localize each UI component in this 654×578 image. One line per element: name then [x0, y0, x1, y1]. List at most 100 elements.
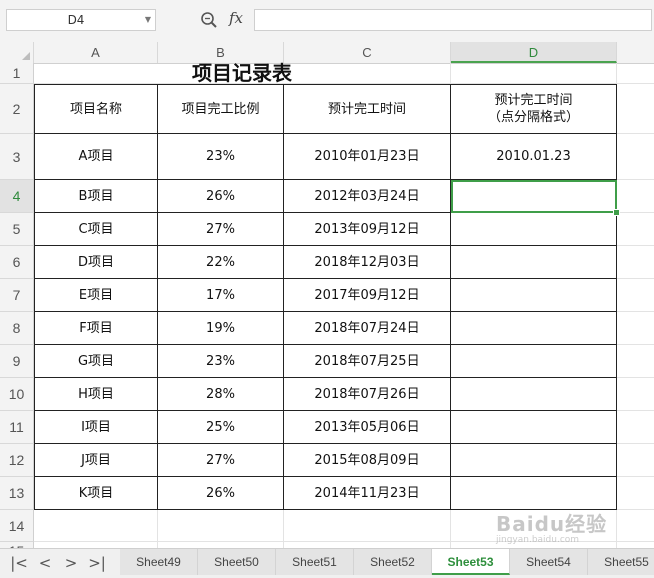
cell[interactable]	[617, 134, 654, 180]
project-name-cell[interactable]: K项目	[34, 477, 158, 510]
completion-date-cell[interactable]: 2017年09月12日	[284, 279, 451, 312]
cell[interactable]	[617, 246, 654, 279]
project-name-cell[interactable]: D项目	[34, 246, 158, 279]
next-sheet-icon[interactable]: >	[62, 554, 80, 572]
project-name-cell[interactable]: J项目	[34, 444, 158, 477]
completion-ratio-cell[interactable]: 28%	[158, 378, 284, 411]
sheet-tab-sheet53[interactable]: Sheet53	[432, 549, 510, 575]
completion-date-cell[interactable]: 2018年12月03日	[284, 246, 451, 279]
cell[interactable]	[617, 345, 654, 378]
row-header-3[interactable]: 3	[0, 134, 34, 180]
cell[interactable]	[617, 411, 654, 444]
row-header-5[interactable]: 5	[0, 213, 34, 246]
row-header-2[interactable]: 2	[0, 84, 34, 134]
completion-date-cell[interactable]: 2010年01月23日	[284, 134, 451, 180]
project-name-cell[interactable]: E项目	[34, 279, 158, 312]
project-name-cell[interactable]: A项目	[34, 134, 158, 180]
completion-date-cell[interactable]: 2012年03月24日	[284, 180, 451, 213]
sheet-tab-sheet51[interactable]: Sheet51	[276, 549, 354, 575]
row-header-4[interactable]: 4	[0, 180, 34, 213]
cell[interactable]	[617, 477, 654, 510]
dot-date-cell[interactable]: 2010.01.23	[451, 134, 617, 180]
cell[interactable]	[617, 63, 654, 84]
column-header-c[interactable]: C	[284, 42, 451, 63]
zoom-icon[interactable]	[200, 11, 218, 29]
completion-ratio-cell[interactable]: 25%	[158, 411, 284, 444]
cell[interactable]	[617, 378, 654, 411]
dot-date-cell[interactable]	[451, 477, 617, 510]
project-name-cell[interactable]: I项目	[34, 411, 158, 444]
cell[interactable]	[617, 180, 654, 213]
dot-date-cell[interactable]	[451, 411, 617, 444]
completion-date-cell[interactable]: 2015年08月09日	[284, 444, 451, 477]
table-header[interactable]: 项目名称	[34, 84, 158, 134]
sheet-tab-sheet50[interactable]: Sheet50	[198, 549, 276, 575]
cell[interactable]	[451, 510, 617, 542]
cell[interactable]	[617, 510, 654, 542]
sheet-tab-sheet54[interactable]: Sheet54	[510, 549, 588, 575]
project-name-cell[interactable]: C项目	[34, 213, 158, 246]
cell[interactable]	[284, 510, 451, 542]
completion-date-cell[interactable]: 2013年05月06日	[284, 411, 451, 444]
dot-date-cell[interactable]	[451, 213, 617, 246]
table-header[interactable]: 预计完工时间 （点分隔格式）	[451, 84, 617, 134]
row-header-9[interactable]: 9	[0, 345, 34, 378]
completion-date-cell[interactable]: 2018年07月25日	[284, 345, 451, 378]
dot-date-cell[interactable]	[451, 444, 617, 477]
table-header[interactable]: 项目完工比例	[158, 84, 284, 134]
row-header-10[interactable]: 10	[0, 378, 34, 411]
first-sheet-icon[interactable]: |<	[10, 554, 28, 572]
sheet-tab-sheet49[interactable]: Sheet49	[120, 549, 198, 575]
dot-date-cell[interactable]	[451, 279, 617, 312]
fx-icon[interactable]: fx	[229, 9, 243, 27]
column-header-e[interactable]: E	[617, 42, 654, 63]
sheet-tab-sheet52[interactable]: Sheet52	[354, 549, 432, 575]
prev-sheet-icon[interactable]: <	[36, 554, 54, 572]
dot-date-cell[interactable]	[451, 378, 617, 411]
completion-ratio-cell[interactable]: 26%	[158, 477, 284, 510]
table-header[interactable]: 预计完工时间	[284, 84, 451, 134]
cell[interactable]	[617, 279, 654, 312]
cell[interactable]	[617, 312, 654, 345]
cell[interactable]	[617, 444, 654, 477]
project-name-cell[interactable]: F项目	[34, 312, 158, 345]
sheet-title[interactable]: 项目记录表	[34, 63, 451, 84]
completion-date-cell[interactable]: 2014年11月23日	[284, 477, 451, 510]
dot-date-cell[interactable]	[451, 180, 617, 213]
row-header-7[interactable]: 7	[0, 279, 34, 312]
row-header-6[interactable]: 6	[0, 246, 34, 279]
row-header-14[interactable]: 14	[0, 510, 34, 542]
name-box[interactable]: D4 ▼	[6, 9, 156, 31]
select-all-corner[interactable]	[0, 42, 34, 63]
row-header-1[interactable]: 1	[0, 63, 34, 84]
completion-ratio-cell[interactable]: 26%	[158, 180, 284, 213]
completion-date-cell[interactable]: 2013年09月12日	[284, 213, 451, 246]
dot-date-cell[interactable]	[451, 345, 617, 378]
row-header-12[interactable]: 12	[0, 444, 34, 477]
completion-ratio-cell[interactable]: 27%	[158, 213, 284, 246]
completion-date-cell[interactable]: 2018年07月26日	[284, 378, 451, 411]
completion-ratio-cell[interactable]: 19%	[158, 312, 284, 345]
project-name-cell[interactable]: G项目	[34, 345, 158, 378]
cell[interactable]	[34, 510, 158, 542]
cell[interactable]	[617, 84, 654, 134]
cell[interactable]	[158, 510, 284, 542]
completion-ratio-cell[interactable]: 23%	[158, 345, 284, 378]
column-header-a[interactable]: A	[34, 42, 158, 63]
column-header-d[interactable]: D	[451, 42, 617, 63]
completion-date-cell[interactable]: 2018年07月24日	[284, 312, 451, 345]
dot-date-cell[interactable]	[451, 246, 617, 279]
cell[interactable]	[451, 63, 617, 84]
column-header-b[interactable]: B	[158, 42, 284, 63]
sheet-tab-sheet55[interactable]: Sheet55	[588, 549, 654, 575]
cell[interactable]	[617, 213, 654, 246]
fill-handle[interactable]	[613, 209, 620, 216]
dot-date-cell[interactable]	[451, 312, 617, 345]
row-header-8[interactable]: 8	[0, 312, 34, 345]
last-sheet-icon[interactable]: >|	[88, 554, 106, 572]
completion-ratio-cell[interactable]: 23%	[158, 134, 284, 180]
completion-ratio-cell[interactable]: 27%	[158, 444, 284, 477]
name-box-dropdown-icon[interactable]: ▼	[145, 10, 151, 30]
formula-input[interactable]	[254, 9, 652, 31]
project-name-cell[interactable]: H项目	[34, 378, 158, 411]
